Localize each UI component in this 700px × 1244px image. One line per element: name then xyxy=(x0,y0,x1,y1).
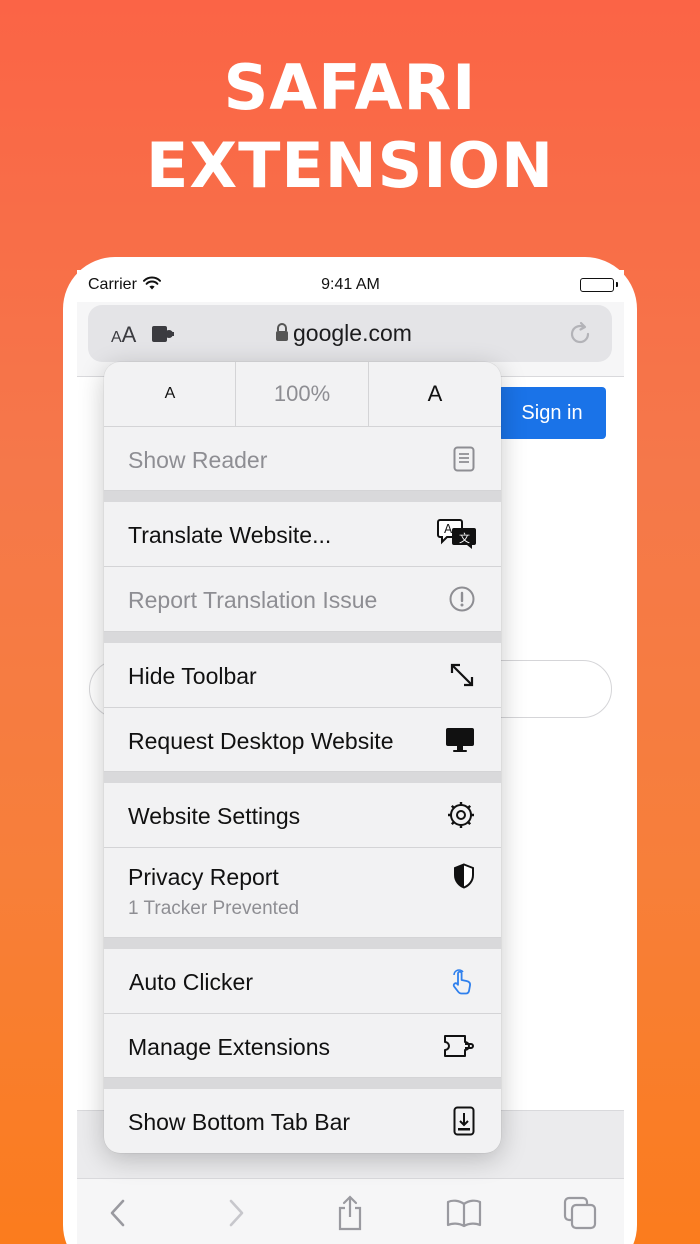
menu-item-auto-clicker[interactable]: Auto Clicker xyxy=(104,949,501,1014)
text-size-button[interactable]: AA xyxy=(111,322,136,348)
shield-icon xyxy=(453,848,475,937)
back-icon[interactable] xyxy=(98,1193,138,1233)
zoom-level[interactable]: 100% xyxy=(235,362,369,426)
menu-item-label: Translate Website... xyxy=(128,522,332,548)
menu-item-sublabel: 1 Tracker Prevented xyxy=(128,898,300,919)
headline-line2: EXTENSION xyxy=(145,129,554,202)
tabs-icon[interactable] xyxy=(560,1193,600,1233)
menu-separator xyxy=(104,632,501,643)
menu-item-website-settings[interactable]: Website Settings xyxy=(104,783,501,848)
menu-item-label: Website Settings xyxy=(128,803,301,829)
menu-item-label: Request Desktop Website xyxy=(128,728,394,754)
forward-icon[interactable] xyxy=(216,1193,256,1233)
page-menu: A 100% A Show Reader Translate Website..… xyxy=(104,362,501,1153)
menu-item-show-bottom-tab-bar[interactable]: Show Bottom Tab Bar xyxy=(104,1089,501,1153)
menu-separator xyxy=(104,938,501,949)
menu-item-label: Show Reader xyxy=(128,447,268,473)
sign-in-button[interactable]: Sign in xyxy=(498,387,606,439)
menu-item-hide-toolbar[interactable]: Hide Toolbar xyxy=(104,643,501,708)
address-bar[interactable]: AA google.com xyxy=(88,305,612,362)
reader-icon xyxy=(453,427,475,490)
zoom-controls: A 100% A xyxy=(104,362,501,427)
menu-item-label: Privacy Report xyxy=(128,864,279,890)
puzzle-icon[interactable] xyxy=(152,325,176,348)
translate-icon: A文 xyxy=(437,502,477,566)
expand-arrows-icon xyxy=(449,643,475,707)
menu-item-show-reader[interactable]: Show Reader xyxy=(104,427,501,491)
share-icon[interactable] xyxy=(330,1193,370,1233)
svg-text:文: 文 xyxy=(459,531,470,545)
menu-separator xyxy=(104,491,501,502)
menu-item-manage-extensions[interactable]: Manage Extensions xyxy=(104,1014,501,1078)
desktop-icon xyxy=(445,708,475,771)
lock-icon xyxy=(275,322,289,347)
menu-separator xyxy=(104,1078,501,1089)
menu-item-label: Hide Toolbar xyxy=(128,663,257,689)
tap-hand-icon xyxy=(449,949,475,1013)
exclamation-circle-icon xyxy=(449,567,475,631)
menu-separator xyxy=(104,772,501,783)
bottom-toolbar xyxy=(77,1178,624,1244)
status-bar: Carrier 9:41 AM xyxy=(77,270,624,302)
url-label: google.com xyxy=(293,320,412,346)
menu-item-request-desktop-website[interactable]: Request Desktop Website xyxy=(104,708,501,772)
bottom-bar-icon xyxy=(453,1089,475,1153)
menu-item-label: Auto Clicker xyxy=(129,969,253,995)
reload-icon[interactable] xyxy=(567,321,593,352)
headline-line1: SAFARI xyxy=(223,51,477,124)
bookmarks-icon[interactable] xyxy=(444,1193,484,1233)
puzzle-icon xyxy=(443,1014,475,1077)
zoom-decrease-button[interactable]: A xyxy=(104,362,236,426)
menu-item-privacy-report[interactable]: Privacy Report 1 Tracker Prevented xyxy=(104,848,501,938)
menu-item-label: Manage Extensions xyxy=(128,1034,331,1060)
status-time: 9:41 AM xyxy=(321,276,380,293)
svg-text:A: A xyxy=(444,522,453,536)
gear-icon xyxy=(447,783,475,847)
battery-icon xyxy=(580,278,618,292)
menu-item-translate-website[interactable]: Translate Website... A文 xyxy=(104,502,501,567)
menu-item-label: Show Bottom Tab Bar xyxy=(128,1109,351,1135)
zoom-increase-button[interactable]: A xyxy=(369,362,501,426)
menu-item-label: Report Translation Issue xyxy=(128,587,378,613)
menu-item-report-translation-issue[interactable]: Report Translation Issue xyxy=(104,567,501,632)
